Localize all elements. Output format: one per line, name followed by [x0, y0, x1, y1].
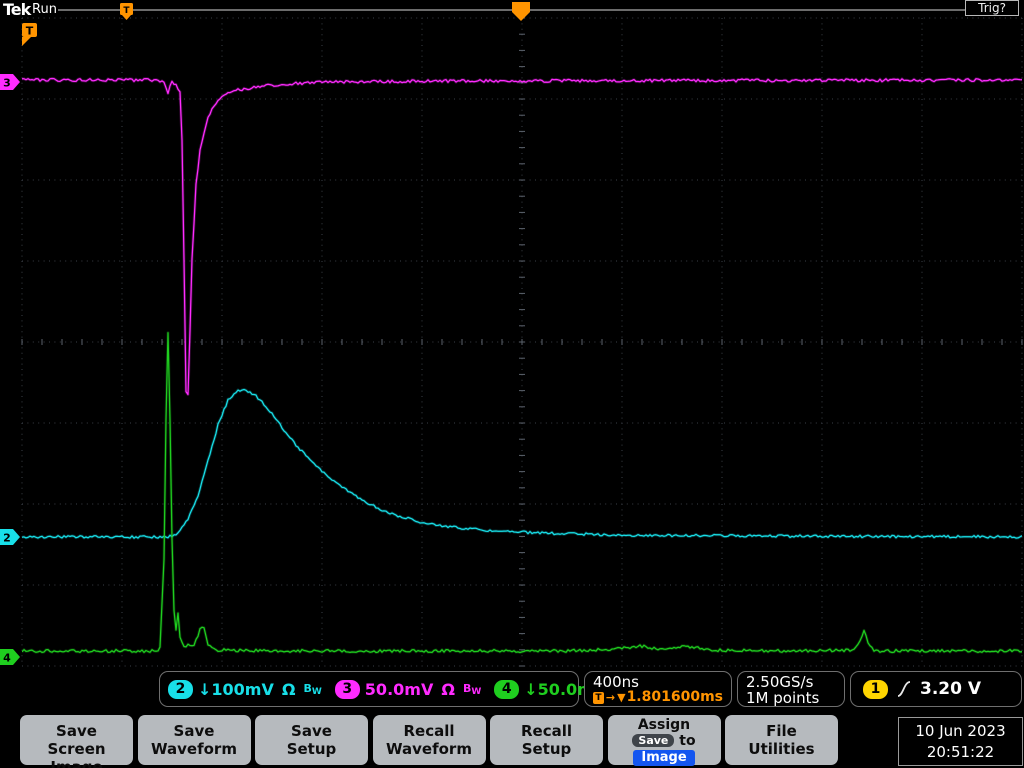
- ch2-scale: ↓100mV: [198, 680, 274, 699]
- menu-button-line: Save: [255, 722, 368, 740]
- ch2-coupling: Ω: [282, 680, 296, 699]
- waveform-ch3-glow: [22, 79, 1022, 395]
- ch3-coupling: Ω: [441, 680, 455, 699]
- oscilloscope-screen: T T 3 2 4 Tek Run Trig? 2 ↓100mV Ω BW 3 50.0mV…: [0, 0, 1024, 768]
- svg-text:4: 4: [3, 651, 11, 664]
- datetime-box: 10 Jun 2023 20:51:22: [898, 717, 1023, 766]
- menu-button-recall-setup[interactable]: RecallSetup: [490, 715, 603, 765]
- menu-button-line: Waveform: [138, 740, 251, 758]
- menu-button-file-utilities[interactable]: FileUtilities: [725, 715, 838, 765]
- save-inline-badge: Save: [632, 734, 674, 747]
- trigger-status-indicator: Trig?: [965, 0, 1019, 16]
- menu-button-line: File: [725, 722, 838, 740]
- ch2-bandwidth-limit-indicator: BW: [303, 682, 321, 697]
- trigger-symbol-icon: T: [593, 692, 604, 704]
- delay-time-readout: T→▼1.801600ms: [593, 690, 723, 705]
- menu-bar: SaveScreen ImageSaveWaveformSaveSetupRec…: [20, 715, 843, 765]
- timebase-scale: 400ns: [593, 674, 723, 690]
- menu-button-line: Waveform: [373, 740, 486, 758]
- menu-button-line: Save: [138, 722, 251, 740]
- date-display: 10 Jun 2023: [899, 721, 1022, 742]
- menu-button-line: Recall: [490, 722, 603, 740]
- trigger-level-marker-arrow: [22, 37, 31, 46]
- ch2-readout: 2 ↓100mV Ω BW: [168, 680, 322, 699]
- menu-button-save-screen-image[interactable]: SaveScreen Image: [20, 715, 133, 765]
- rising-edge-slope-icon: [897, 680, 911, 698]
- svg-text:2: 2: [3, 531, 11, 544]
- ch2-readout-badge[interactable]: 2: [168, 680, 193, 699]
- menu-button-line: Setup: [490, 740, 603, 758]
- menu-button-line: Assign: [608, 717, 721, 733]
- time-display: 20:51:22: [899, 742, 1022, 763]
- menu-button-recall-waveform[interactable]: RecallWaveform: [373, 715, 486, 765]
- expansion-point-icon: ▼: [617, 690, 625, 705]
- menu-button-assign-save-to[interactable]: AssignSave toImage: [608, 715, 721, 765]
- svg-text:3: 3: [3, 76, 11, 89]
- svg-text:T: T: [26, 25, 34, 38]
- readout-bar: 2 ↓100mVΩBW 3 50.0mVΩBW 4 ↓50.0mVΩBW 400…: [0, 668, 1024, 714]
- ch4-readout-badge[interactable]: 4: [494, 680, 519, 699]
- waveform-ch3: [22, 79, 1022, 395]
- acquisition-readout-box: 2.50GS/s 1M points: [737, 671, 845, 707]
- menu-button-line: Recall: [373, 722, 486, 740]
- record-length: 1M points: [746, 690, 836, 706]
- menu-button-line: Utilities: [725, 740, 838, 758]
- acquisition-run-status: Run: [32, 2, 57, 17]
- ch3-bandwidth-limit-indicator: BW: [463, 682, 481, 697]
- trigger-source-badge[interactable]: 1: [863, 680, 888, 699]
- top-bar: Tek Run Trig?: [0, 0, 1024, 18]
- menu-button-save-setup[interactable]: SaveSetup: [255, 715, 368, 765]
- delay-value: 1.801600ms: [627, 690, 723, 705]
- menu-button-line: Setup: [255, 740, 368, 758]
- arrow-right-icon: →: [606, 690, 615, 705]
- menu-button-line: Screen Image: [20, 740, 133, 768]
- channel-readouts-box: 2 ↓100mVΩBW 3 50.0mVΩBW 4 ↓50.0mVΩBW: [159, 671, 579, 707]
- trigger-level-value: 3.20 V: [920, 679, 981, 699]
- waveform-display: T T 3 2 4: [0, 0, 1024, 768]
- ch3-scale: 50.0mV: [365, 680, 434, 699]
- ch3-readout: 3 50.0mV Ω BW: [335, 680, 481, 699]
- menu-button-line: Save to: [608, 733, 721, 749]
- assign-target-highlight: Image: [633, 750, 694, 766]
- trigger-readout-box: 1 3.20 V: [850, 671, 1022, 707]
- menu-button-line: Image: [608, 749, 721, 766]
- tek-logo: Tek: [3, 0, 30, 19]
- menu-button-line: Save: [20, 722, 133, 740]
- sample-rate: 2.50GS/s: [746, 674, 836, 690]
- horizontal-readout-box: 400ns T→▼1.801600ms: [584, 671, 732, 707]
- menu-button-save-waveform[interactable]: SaveWaveform: [138, 715, 251, 765]
- ch3-readout-badge[interactable]: 3: [335, 680, 360, 699]
